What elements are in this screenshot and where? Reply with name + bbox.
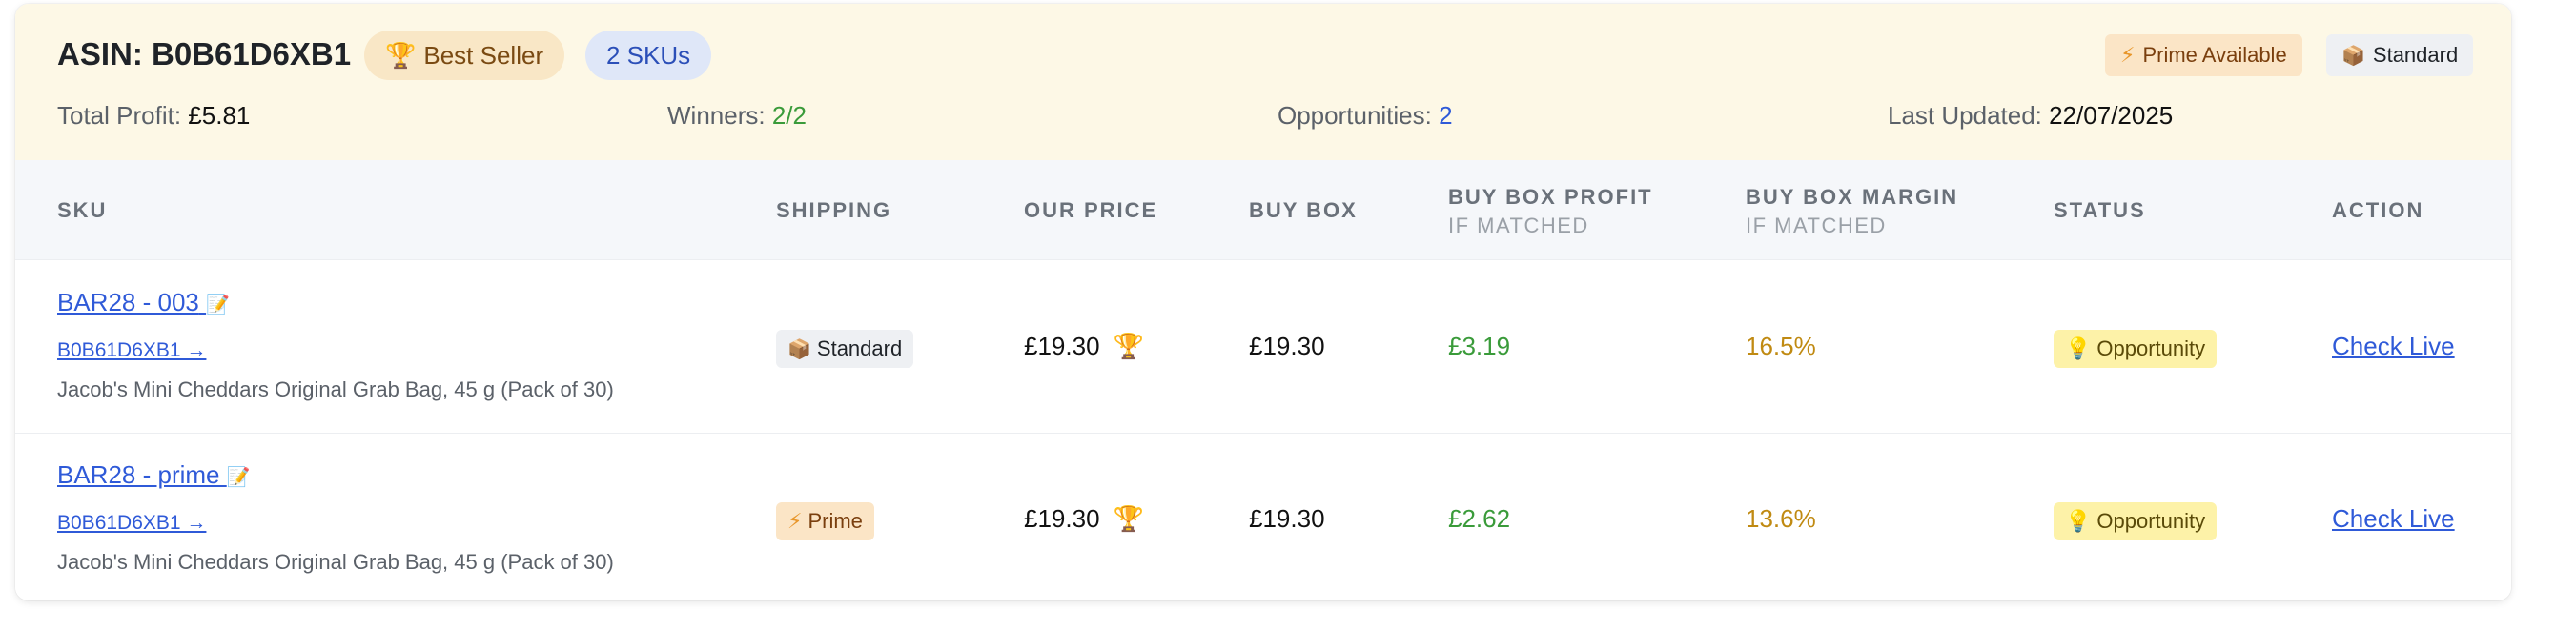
our-price-value: £19.30 xyxy=(1024,504,1100,533)
col-buy-box-margin: BUY BOX MARGIN IF MATCHED xyxy=(1746,185,1958,238)
col-buy-box-profit-sub: IF MATCHED xyxy=(1448,214,1589,237)
opportunities-value: 2 xyxy=(1439,101,1453,130)
col-buy-box: BUY BOX xyxy=(1249,198,1358,222)
lightning-icon: ⚡ xyxy=(787,509,803,533)
product-title: Jacob's Mini Cheddars Original Grab Bag,… xyxy=(57,377,614,401)
asin-link[interactable]: B0B61D6XB1 → xyxy=(57,339,206,362)
buy-box-margin: 16.5% xyxy=(1746,332,1816,360)
last-updated-value: 22/07/2025 xyxy=(2049,101,2174,130)
status-label: Opportunity xyxy=(2096,509,2206,533)
buy-box-price: £19.30 xyxy=(1249,504,1325,533)
opportunities-label: Opportunities: xyxy=(1278,101,1432,130)
col-buy-box-margin-sub: IF MATCHED xyxy=(1746,214,1887,237)
last-updated: Last Updated: 22/07/2025 xyxy=(1888,101,2173,131)
status-label: Opportunity xyxy=(2096,336,2206,360)
best-seller-label: Best Seller xyxy=(423,40,544,70)
buy-box-margin: 13.6% xyxy=(1746,504,1816,533)
buy-box-profit: £3.19 xyxy=(1448,332,1511,360)
buy-box-profit: £2.62 xyxy=(1448,504,1511,533)
shipping-badge: ⚡ Prime xyxy=(776,502,874,540)
trophy-icon: 🏆 xyxy=(1113,504,1144,533)
winners: Winners: 2/2 xyxy=(667,101,807,131)
shipping-label: Standard xyxy=(816,336,903,360)
asin-title: ASIN: B0B61D6XB1 xyxy=(57,36,352,71)
col-our-price: OUR PRICE xyxy=(1024,198,1158,222)
total-profit-value: £5.81 xyxy=(188,101,251,130)
last-updated-label: Last Updated: xyxy=(1888,101,2042,130)
sku-label: BAR28 - 003 xyxy=(57,288,199,316)
col-action: ACTION xyxy=(2332,198,2424,222)
trophy-icon: 🏆 xyxy=(385,40,417,70)
sku-link[interactable]: BAR28 - 003 📝 xyxy=(57,288,230,317)
opportunities: Opportunities: 2 xyxy=(1278,101,1453,131)
product-title: Jacob's Mini Cheddars Original Grab Bag,… xyxy=(57,550,614,574)
asin-card: ASIN: B0B61D6XB1 🏆 Best Seller 2 SKUs ⚡ … xyxy=(15,4,2511,600)
check-live-link[interactable]: Check Live xyxy=(2332,332,2455,361)
buy-box-price: £19.30 xyxy=(1249,332,1325,360)
check-live-link[interactable]: Check Live xyxy=(2332,504,2455,534)
table-header: SKU SHIPPING OUR PRICE BUY BOX BUY BOX P… xyxy=(15,160,2511,260)
package-icon: 📦 xyxy=(787,338,811,360)
status-badge: 💡 Opportunity xyxy=(2054,502,2218,540)
standard-label: Standard xyxy=(2372,43,2459,67)
lightning-icon: ⚡ xyxy=(2120,43,2136,67)
col-buy-box-profit-label: BUY BOX PROFIT xyxy=(1448,185,1653,209)
col-buy-box-profit: BUY BOX PROFIT IF MATCHED xyxy=(1448,185,1653,238)
our-price: £19.30 🏆 xyxy=(1024,504,1144,534)
standard-tag: 📦 Standard xyxy=(2326,34,2474,76)
col-shipping: SHIPPING xyxy=(776,198,892,222)
lightbulb-icon: 💡 xyxy=(2065,336,2092,360)
col-buy-box-margin-label: BUY BOX MARGIN xyxy=(1746,185,1959,209)
asin-link[interactable]: B0B61D6XB1 → xyxy=(57,512,206,535)
asin-header: ASIN: B0B61D6XB1 🏆 Best Seller 2 SKUs ⚡ … xyxy=(15,4,2511,161)
sku-count-badge: 2 SKUs xyxy=(585,31,712,80)
table-row: BAR28 - prime 📝 B0B61D6XB1 → Jacob's Min… xyxy=(15,434,2511,600)
col-sku: SKU xyxy=(57,198,108,222)
col-status: STATUS xyxy=(2054,198,2146,222)
trophy-icon: 🏆 xyxy=(1113,332,1144,360)
package-icon: 📦 xyxy=(2341,45,2365,67)
sku-count-label: 2 SKUs xyxy=(606,40,691,70)
shipping-badge: 📦 Standard xyxy=(776,330,914,368)
lightbulb-icon: 💡 xyxy=(2065,509,2092,533)
sku-label: BAR28 - prime xyxy=(57,460,220,489)
table-row: BAR28 - 003 📝 B0B61D6XB1 → Jacob's Mini … xyxy=(15,261,2511,434)
shipping-label: Prime xyxy=(808,509,863,533)
winners-label: Winners: xyxy=(667,101,766,130)
total-profit: Total Profit: £5.81 xyxy=(57,101,250,131)
prime-available-label: Prime Available xyxy=(2142,43,2287,67)
memo-icon: 📝 xyxy=(226,467,251,488)
winners-value: 2/2 xyxy=(771,101,807,130)
total-profit-label: Total Profit: xyxy=(57,101,182,130)
our-price: £19.30 🏆 xyxy=(1024,332,1144,361)
status-badge: 💡 Opportunity xyxy=(2054,330,2218,368)
best-seller-badge: 🏆 Best Seller xyxy=(364,31,565,80)
prime-available-tag: ⚡ Prime Available xyxy=(2105,34,2302,76)
our-price-value: £19.30 xyxy=(1024,332,1100,360)
memo-icon: 📝 xyxy=(206,295,231,316)
sku-link[interactable]: BAR28 - prime 📝 xyxy=(57,460,251,490)
